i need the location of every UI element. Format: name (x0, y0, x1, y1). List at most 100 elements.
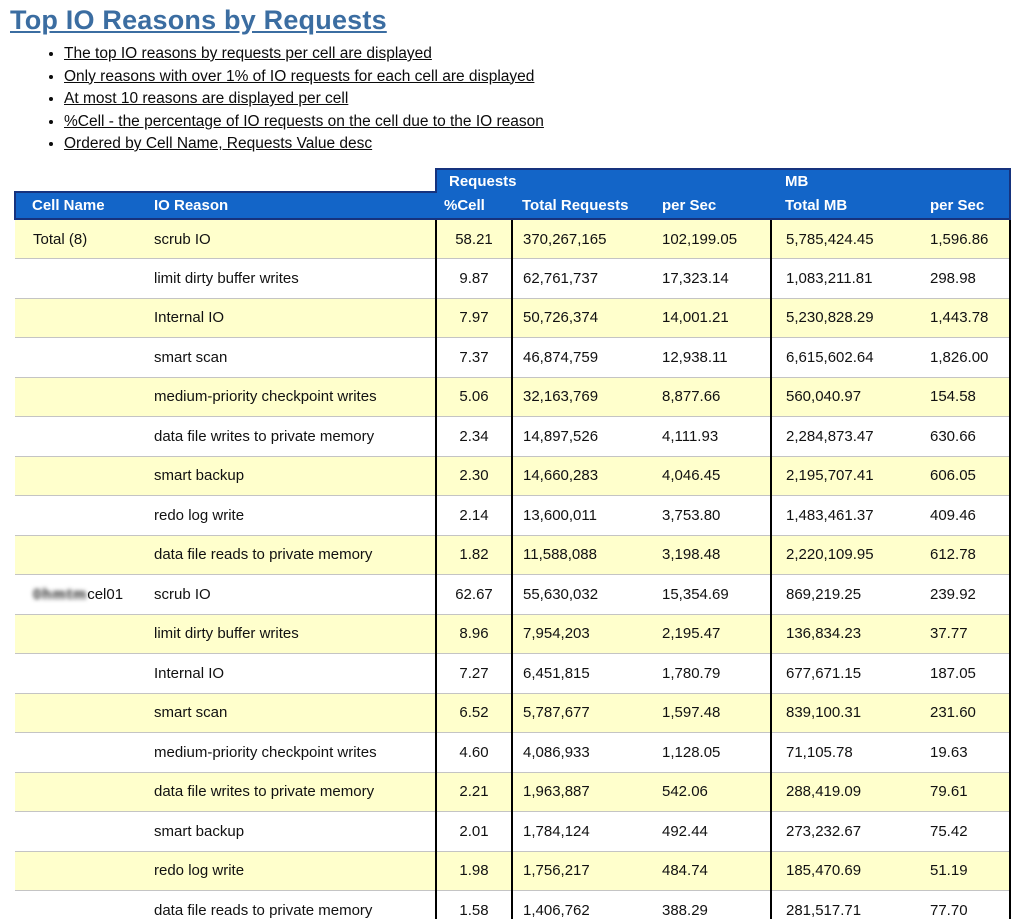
pct-cell-value: 2.30 (436, 456, 512, 496)
io-reason-cell: medium-priority checkpoint writes (146, 377, 436, 417)
pct-cell-value: 1.98 (436, 851, 512, 891)
total-mb-value: 5,230,828.29 (771, 298, 906, 338)
table-row: limit dirty buffer writes 8.96 7,954,203… (15, 614, 1010, 654)
total-mb-value: 6,615,602.64 (771, 338, 906, 378)
cell-name-text: Total (8) (33, 231, 87, 248)
total-requests-value: 11,588,088 (512, 535, 656, 575)
total-mb-value: 71,105.78 (771, 733, 906, 773)
mb-per-sec-value: 1,596.86 (906, 219, 1010, 259)
requests-per-sec-value: 484.74 (656, 851, 771, 891)
total-mb-value: 560,040.97 (771, 377, 906, 417)
cell-name-cell (15, 772, 146, 812)
total-requests-value: 46,874,759 (512, 338, 656, 378)
requests-per-sec-value: 2,195.47 (656, 614, 771, 654)
note-item: At most 10 reasons are displayed per cel… (64, 90, 1024, 108)
total-mb-value: 839,100.31 (771, 693, 906, 733)
requests-per-sec-value: 17,323.14 (656, 259, 771, 299)
pct-cell-value: 62.67 (436, 575, 512, 615)
column-header-requests-per-sec: per Sec (656, 192, 771, 219)
requests-per-sec-value: 1,128.05 (656, 733, 771, 773)
mb-per-sec-value: 612.78 (906, 535, 1010, 575)
io-reason-cell: redo log write (146, 851, 436, 891)
io-reason-cell: data file reads to private memory (146, 891, 436, 919)
cell-name-cell (15, 654, 146, 694)
notes-list: The top IO reasons by requests per cell … (64, 45, 1024, 153)
mb-per-sec-value: 77.70 (906, 891, 1010, 919)
page-title[interactable]: Top IO Reasons by Requests (10, 5, 1024, 36)
requests-per-sec-value: 492.44 (656, 812, 771, 852)
cell-name-cell (15, 496, 146, 536)
total-mb-value: 1,083,211.81 (771, 259, 906, 299)
io-reason-cell: Internal IO (146, 654, 436, 694)
pct-cell-value: 7.97 (436, 298, 512, 338)
table-row: redo log write 1.98 1,756,217 484.74 185… (15, 851, 1010, 891)
column-header-mb-per-sec: per Sec (906, 192, 1010, 219)
table-body: Total (8) scrub IO 58.21 370,267,165 102… (15, 219, 1010, 919)
requests-per-sec-value: 1,780.79 (656, 654, 771, 694)
total-requests-value: 62,761,737 (512, 259, 656, 299)
table-row: smart scan 6.52 5,787,677 1,597.48 839,1… (15, 693, 1010, 733)
redacted-cell-name-text: 0hmtm (33, 586, 87, 603)
total-requests-value: 1,963,887 (512, 772, 656, 812)
requests-per-sec-value: 4,111.93 (656, 417, 771, 457)
table-row: smart backup 2.01 1,784,124 492.44 273,2… (15, 812, 1010, 852)
pct-cell-value: 1.82 (436, 535, 512, 575)
table-row: data file reads to private memory 1.82 1… (15, 535, 1010, 575)
note-item: The top IO reasons by requests per cell … (64, 45, 1024, 63)
cell-name-cell (15, 417, 146, 457)
requests-per-sec-value: 15,354.69 (656, 575, 771, 615)
cell-name-cell: 0hmtmcel01 (15, 575, 146, 615)
requests-per-sec-value: 3,753.80 (656, 496, 771, 536)
io-reason-cell: scrub IO (146, 575, 436, 615)
table-header: Requests MB Cell Name IO Reason %Cell To… (15, 169, 1010, 219)
report-page: Top IO Reasons by Requests The top IO re… (0, 5, 1024, 919)
total-mb-value: 869,219.25 (771, 575, 906, 615)
requests-per-sec-value: 1,597.48 (656, 693, 771, 733)
pct-cell-value: 1.58 (436, 891, 512, 919)
io-reason-cell: smart backup (146, 812, 436, 852)
io-reason-cell: redo log write (146, 496, 436, 536)
total-requests-value: 4,086,933 (512, 733, 656, 773)
total-requests-value: 1,784,124 (512, 812, 656, 852)
requests-per-sec-value: 542.06 (656, 772, 771, 812)
total-requests-value: 13,600,011 (512, 496, 656, 536)
column-header-total-requests: Total Requests (512, 192, 656, 219)
mb-per-sec-value: 37.77 (906, 614, 1010, 654)
total-requests-value: 6,451,815 (512, 654, 656, 694)
io-reason-cell: Internal IO (146, 298, 436, 338)
total-mb-value: 185,470.69 (771, 851, 906, 891)
requests-per-sec-value: 4,046.45 (656, 456, 771, 496)
pct-cell-value: 5.06 (436, 377, 512, 417)
mb-per-sec-value: 75.42 (906, 812, 1010, 852)
table-row: 0hmtmcel01 scrub IO 62.67 55,630,032 15,… (15, 575, 1010, 615)
mb-per-sec-value: 630.66 (906, 417, 1010, 457)
total-mb-value: 5,785,424.45 (771, 219, 906, 259)
requests-per-sec-value: 102,199.05 (656, 219, 771, 259)
group-header-mb: MB (771, 169, 1010, 192)
total-mb-value: 281,517.71 (771, 891, 906, 919)
pct-cell-value: 6.52 (436, 693, 512, 733)
pct-cell-value: 7.37 (436, 338, 512, 378)
pct-cell-value: 2.21 (436, 772, 512, 812)
cell-name-cell (15, 535, 146, 575)
mb-per-sec-value: 298.98 (906, 259, 1010, 299)
total-mb-value: 273,232.67 (771, 812, 906, 852)
pct-cell-value: 7.27 (436, 654, 512, 694)
io-reason-cell: data file writes to private memory (146, 417, 436, 457)
io-reason-cell: smart scan (146, 693, 436, 733)
total-requests-value: 370,267,165 (512, 219, 656, 259)
total-mb-value: 1,483,461.37 (771, 496, 906, 536)
requests-per-sec-value: 12,938.11 (656, 338, 771, 378)
note-item: Ordered by Cell Name, Requests Value des… (64, 135, 1024, 153)
total-mb-value: 136,834.23 (771, 614, 906, 654)
cell-name-cell (15, 377, 146, 417)
table-row: data file writes to private memory 2.21 … (15, 772, 1010, 812)
requests-per-sec-value: 3,198.48 (656, 535, 771, 575)
mb-per-sec-value: 19.63 (906, 733, 1010, 773)
table-row: smart scan 7.37 46,874,759 12,938.11 6,6… (15, 338, 1010, 378)
table-row: data file writes to private memory 2.34 … (15, 417, 1010, 457)
total-requests-value: 50,726,374 (512, 298, 656, 338)
mb-per-sec-value: 79.61 (906, 772, 1010, 812)
io-reason-cell: data file reads to private memory (146, 535, 436, 575)
total-mb-value: 2,195,707.41 (771, 456, 906, 496)
